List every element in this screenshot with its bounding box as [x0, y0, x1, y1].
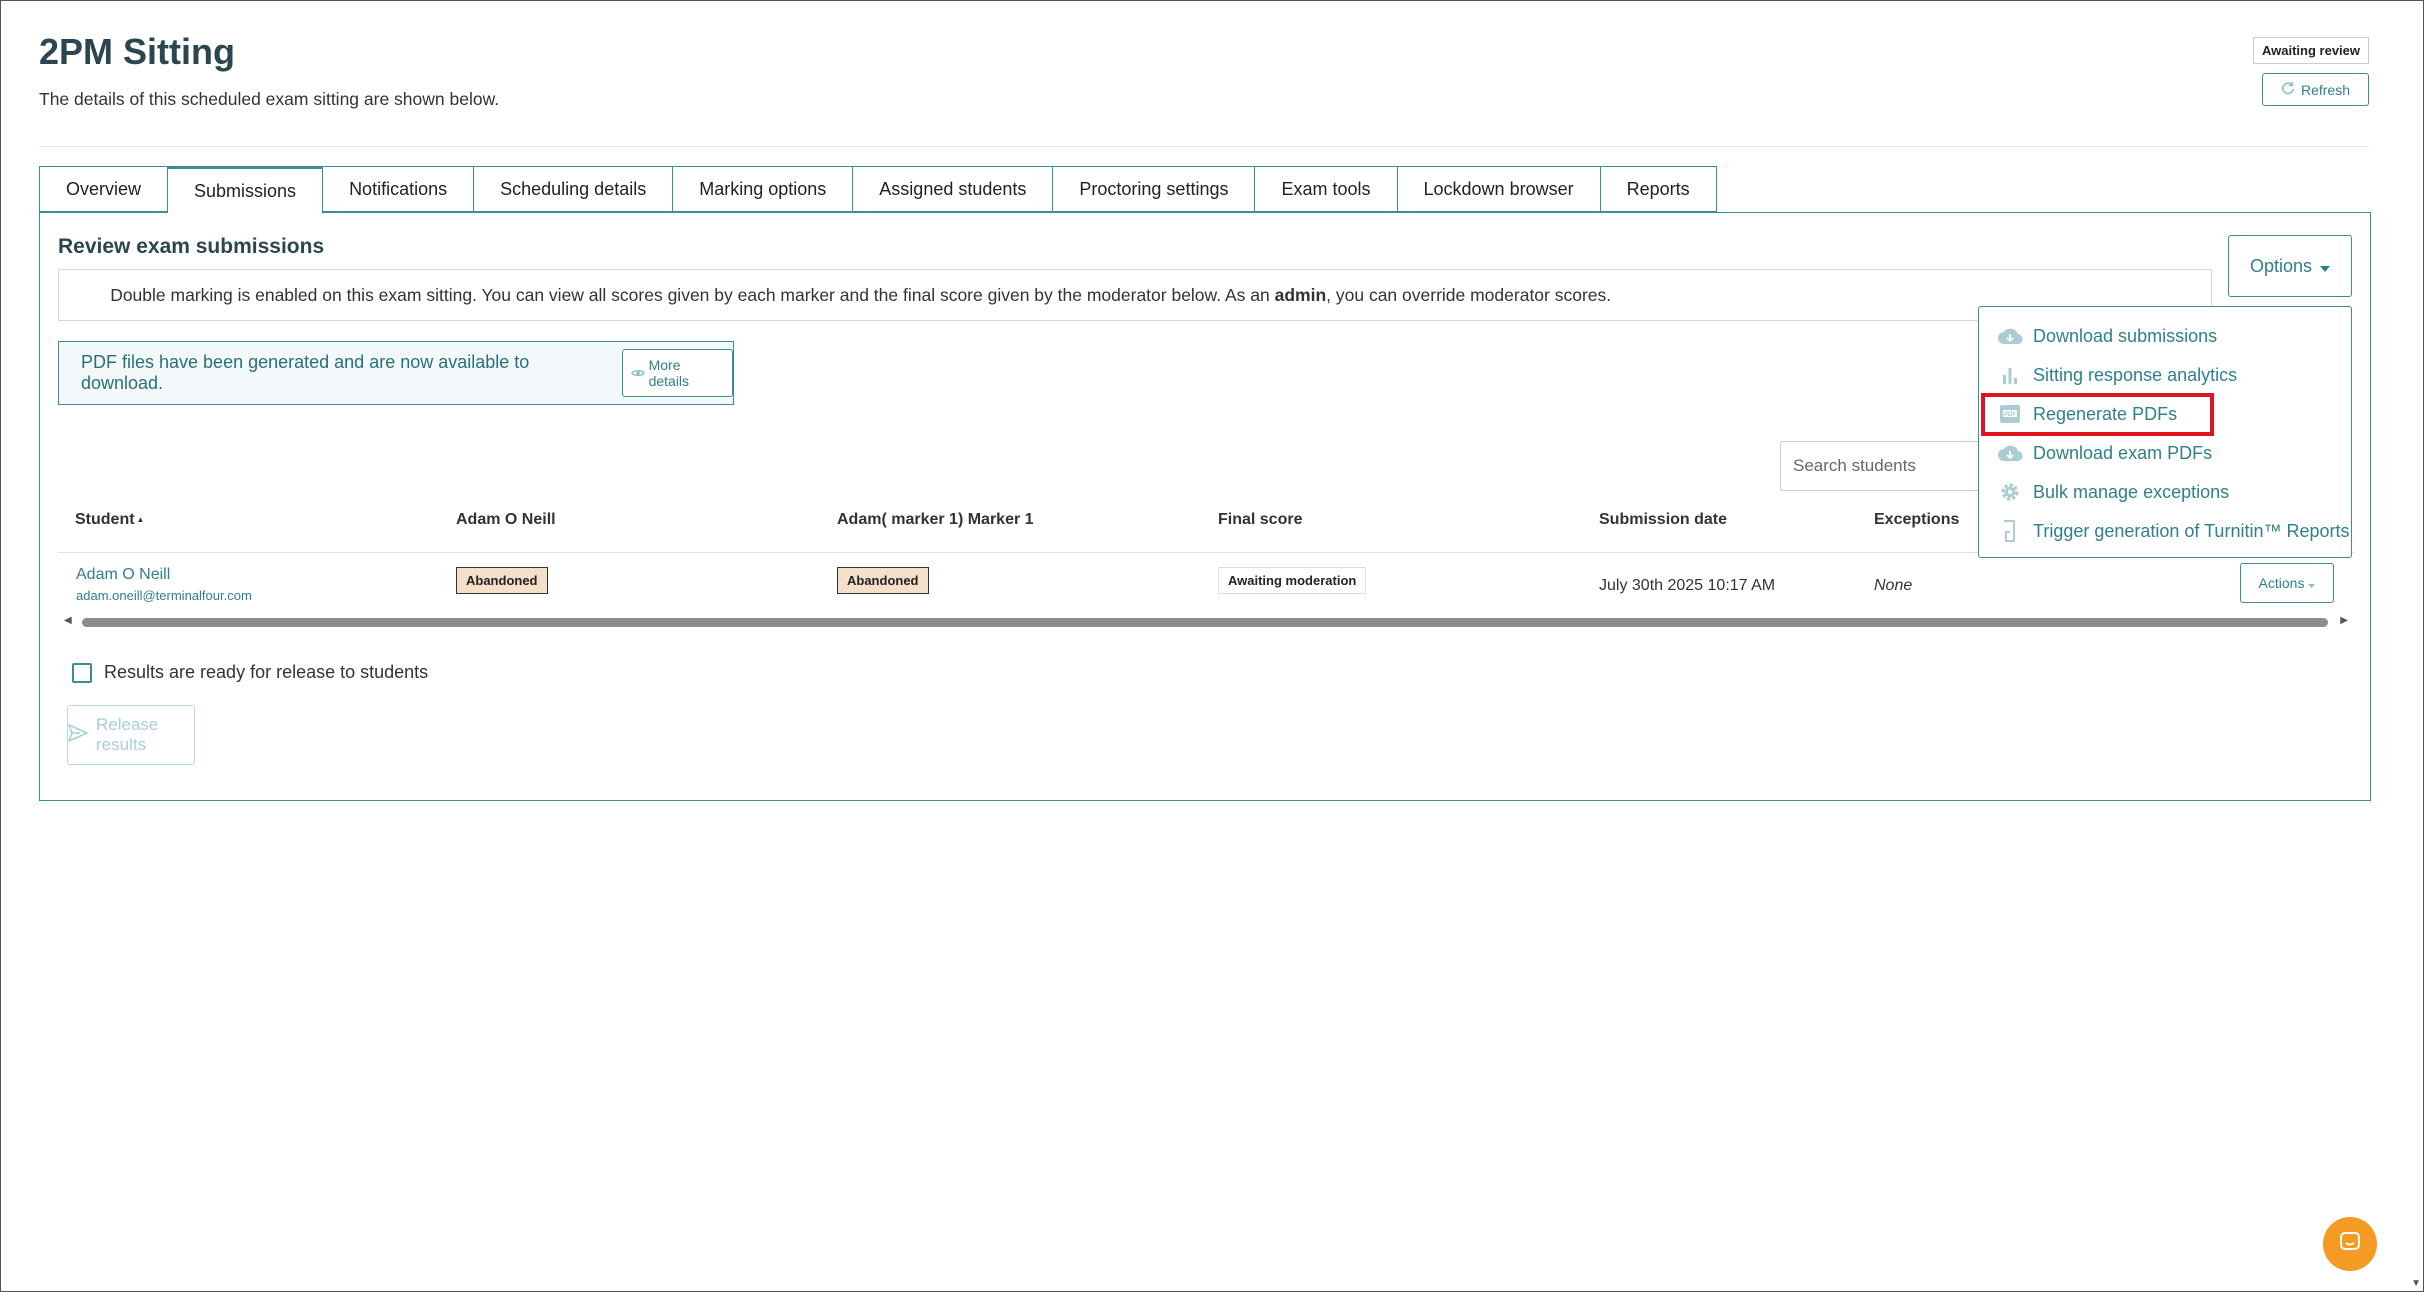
more-details-label: More details — [648, 357, 690, 389]
final-score-cell: Awaiting moderation — [1218, 567, 1367, 594]
chat-launcher-button[interactable] — [2323, 1217, 2377, 1271]
chat-bubble-icon — [2338, 1230, 2362, 1259]
info-role: admin — [1274, 284, 1327, 305]
tab-notifications[interactable]: Notifications — [323, 166, 475, 212]
header-divider — [39, 146, 2369, 147]
marker-b-cell: Abandoned — [837, 567, 929, 594]
page-subtitle: The details of this scheduled exam sitti… — [39, 89, 500, 109]
student-cell: Adam O Neill adam.oneill@terminalfour.co… — [76, 566, 252, 603]
caret-down-icon — [2308, 575, 2316, 591]
table-horizontal-scrollbar[interactable]: ◀ ▶ — [58, 615, 2354, 629]
menu-item-download-submissions[interactable]: Download submissions — [1997, 321, 2217, 351]
status-badge-awaiting-moderation: Awaiting moderation — [1218, 567, 1367, 594]
marker-a-cell: Abandoned — [456, 567, 548, 594]
menu-item-trigger-turnitin-reports[interactable]: Trigger generation of Turnitin™ Reports — [1997, 516, 2350, 546]
page-title: 2PM Sitting — [39, 31, 235, 72]
tab-exam-tools[interactable]: Exam tools — [1255, 166, 1398, 212]
eye-icon — [630, 365, 645, 381]
pdf-alert-text: PDF files have been generated and are no… — [81, 352, 530, 393]
tab-assigned-students[interactable]: Assigned students — [853, 166, 1054, 212]
caret-down-icon — [2320, 256, 2331, 277]
refresh-button[interactable]: Refresh — [2261, 73, 2369, 106]
pdf-generated-alert: PDF files have been generated and are no… — [58, 341, 734, 405]
tab-lockdown-browser[interactable]: Lockdown browser — [1397, 166, 1601, 212]
bar-chart-icon — [1997, 362, 2023, 388]
double-marking-info: Double marking is enabled on this exam s… — [58, 269, 2212, 321]
page-scroll-down-arrow-icon[interactable]: ▼ — [2411, 1278, 2421, 1289]
tab-submissions[interactable]: Submissions — [168, 166, 324, 214]
refresh-icon — [2281, 81, 2295, 98]
tab-proctoring-settings[interactable]: Proctoring settings — [1053, 166, 1256, 212]
column-header-exceptions: Exceptions — [1874, 511, 1960, 528]
sort-ascending-icon: ▲ — [136, 515, 145, 525]
scrollbar-thumb[interactable] — [82, 618, 2328, 627]
tab-reports[interactable]: Reports — [1600, 166, 1717, 212]
release-results-button[interactable]: Release results — [67, 705, 195, 765]
release-ready-checkbox[interactable] — [72, 663, 92, 683]
menu-item-download-exam-pdfs[interactable]: Download exam PDFs — [1997, 438, 2212, 468]
tab-scheduling-details[interactable]: Scheduling details — [474, 166, 674, 212]
column-header-student[interactable]: Student ▲ — [75, 511, 144, 529]
column-header-final-score: Final score — [1218, 511, 1303, 528]
cloud-download-icon — [1997, 323, 2023, 349]
menu-item-sitting-response-analytics[interactable]: Sitting response analytics — [1997, 360, 2237, 390]
column-header-marker-adam-o-neill: Adam O Neill — [456, 511, 556, 528]
column-header-marker-1: Adam( marker 1) Marker 1 — [837, 511, 1034, 528]
section-title: Review exam submissions — [58, 235, 325, 258]
info-text-suffix: , you can override moderator scores. — [1326, 284, 1612, 305]
actions-label: Actions — [2258, 575, 2305, 591]
tab-overview[interactable]: Overview — [39, 166, 169, 212]
status-badge-abandoned: Abandoned — [837, 567, 929, 594]
options-label: Options — [2249, 255, 2313, 276]
student-email-link[interactable]: adam.oneill@terminalfour.com — [76, 588, 252, 603]
info-text-prefix: Double marking is enabled on this exam s… — [110, 284, 1275, 305]
cloud-download-icon — [1997, 440, 2023, 466]
scroll-right-arrow-icon[interactable]: ▶ — [2340, 615, 2348, 626]
student-name-link[interactable]: Adam O Neill — [76, 566, 252, 584]
scroll-left-arrow-icon[interactable]: ◀ — [64, 615, 72, 626]
turnitin-icon — [1997, 518, 2023, 544]
regenerate-pdfs-highlight — [1981, 393, 2214, 436]
tab-marking-options[interactable]: Marking options — [673, 166, 854, 212]
more-details-button[interactable]: More details — [621, 349, 733, 397]
menu-item-bulk-manage-exceptions[interactable]: Bulk manage exceptions — [1997, 477, 2229, 507]
submission-date-cell: July 30th 2025 10:17 AM — [1599, 577, 1776, 594]
refresh-label: Refresh — [2300, 81, 2350, 98]
column-header-submission-date: Submission date — [1599, 511, 1728, 528]
status-badge: Awaiting review — [2252, 37, 2369, 64]
gear-icon — [1997, 479, 2023, 505]
search-students-input[interactable] — [1780, 441, 2000, 491]
release-ready-label: Results are ready for release to student… — [104, 662, 429, 682]
status-badge-abandoned: Abandoned — [456, 567, 548, 594]
tab-bar: Overview Submissions Notifications Sched… — [39, 166, 1717, 214]
release-results-label: Release results — [96, 715, 159, 754]
exceptions-cell: None — [1874, 577, 1913, 594]
options-button[interactable]: Options — [2228, 235, 2352, 297]
send-icon — [68, 723, 88, 747]
row-actions-button[interactable]: Actions — [2240, 563, 2334, 603]
